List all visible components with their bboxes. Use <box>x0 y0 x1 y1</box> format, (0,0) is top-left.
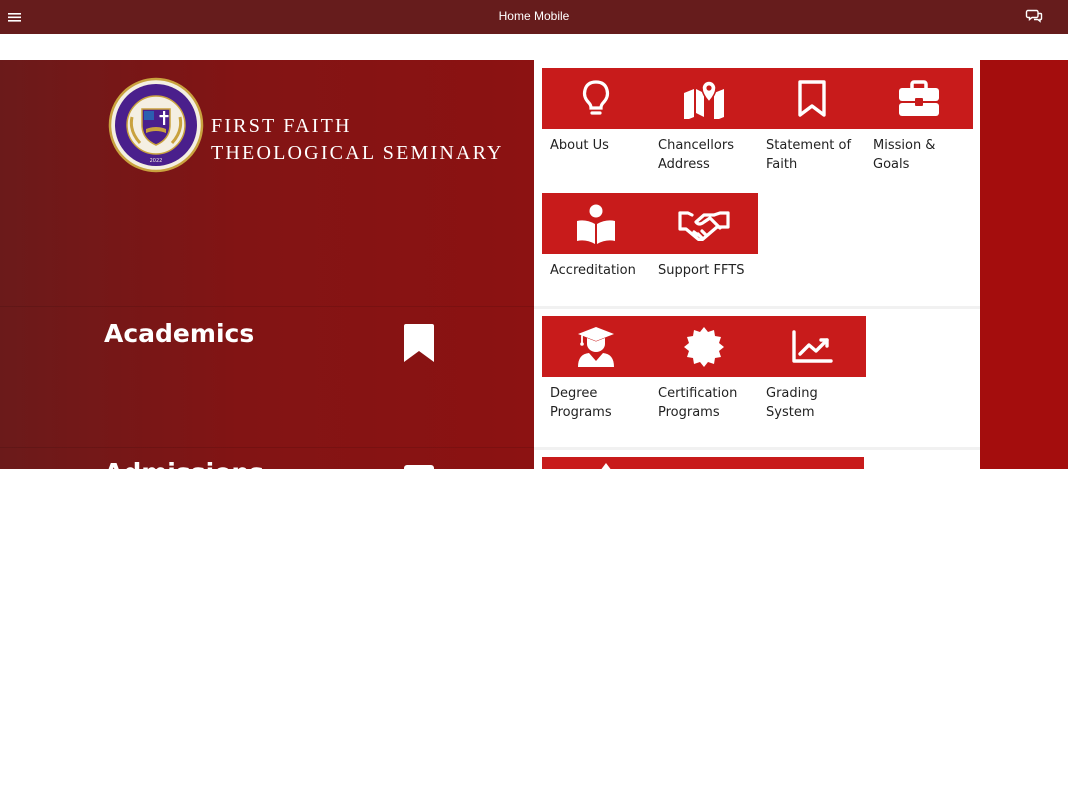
tile-label: Statement of Faith <box>766 138 852 172</box>
chat-bubbles-icon[interactable] <box>1025 7 1043 25</box>
tile-label: Support FFTS <box>658 263 745 278</box>
bookmark-icon[interactable] <box>403 323 435 363</box>
section-title-admissions: Admissions <box>104 458 264 469</box>
tile-degree-programs[interactable]: Degree Programs <box>542 316 650 434</box>
page-title: Home Mobile <box>498 9 570 23</box>
tile-label: Certification Programs <box>658 386 738 420</box>
seminary-logo: 2022 FIRST FAITH THEOLOGICAL SEMINARY <box>108 77 528 173</box>
tile-grading-system[interactable]: Grading System <box>758 316 866 434</box>
right-background <box>980 60 1068 469</box>
home-content[interactable]: 2022 FIRST FAITH THEOLOGICAL SEMINARY Ab… <box>0 60 1068 469</box>
bookmark-icon <box>758 68 866 129</box>
tile-about-us[interactable]: About Us <box>542 68 650 186</box>
tile-label: Mission & Goals <box>873 138 936 172</box>
lightbulb-icon <box>542 68 650 129</box>
tile-chancellors-address[interactable]: Chancellors Address <box>650 68 758 186</box>
svg-text:2022: 2022 <box>150 158 163 164</box>
tile-label: Accreditation <box>550 263 636 278</box>
tile-label: Degree Programs <box>550 386 612 420</box>
handshake-icon <box>650 193 758 254</box>
tile-mission-goals[interactable]: Mission & Goals <box>865 68 973 186</box>
section-title-academics: Academics <box>104 319 255 348</box>
section-divider <box>0 306 534 307</box>
chart-icon <box>758 316 866 377</box>
seminary-seal-icon: 2022 <box>108 77 204 173</box>
admissions-tile-icon <box>601 463 611 469</box>
map-pin-icon <box>650 68 758 129</box>
tile-accreditation[interactable]: Accreditation <box>542 193 650 311</box>
logo-title-line2: THEOLOGICAL SEMINARY <box>211 142 504 164</box>
briefcase-icon <box>865 68 973 129</box>
admissions-tile-row[interactable] <box>542 457 864 469</box>
tile-label: About Us <box>550 138 609 153</box>
tile-label: Grading System <box>766 386 818 420</box>
tile-label: Chancellors Address <box>658 138 734 172</box>
tile-statement-of-faith[interactable]: Statement of Faith <box>758 68 866 186</box>
reader-icon <box>542 193 650 254</box>
calendar-icon[interactable] <box>403 464 435 469</box>
certificate-icon <box>650 316 758 377</box>
logo-title-line1: FIRST FAITH <box>211 115 352 137</box>
app-bar: Home Mobile <box>0 0 1068 34</box>
graduate-icon <box>542 316 650 377</box>
tile-certification-programs[interactable]: Certification Programs <box>650 316 758 434</box>
tile-support-ffts[interactable]: Support FFTS <box>650 193 758 311</box>
section-divider <box>0 447 534 448</box>
